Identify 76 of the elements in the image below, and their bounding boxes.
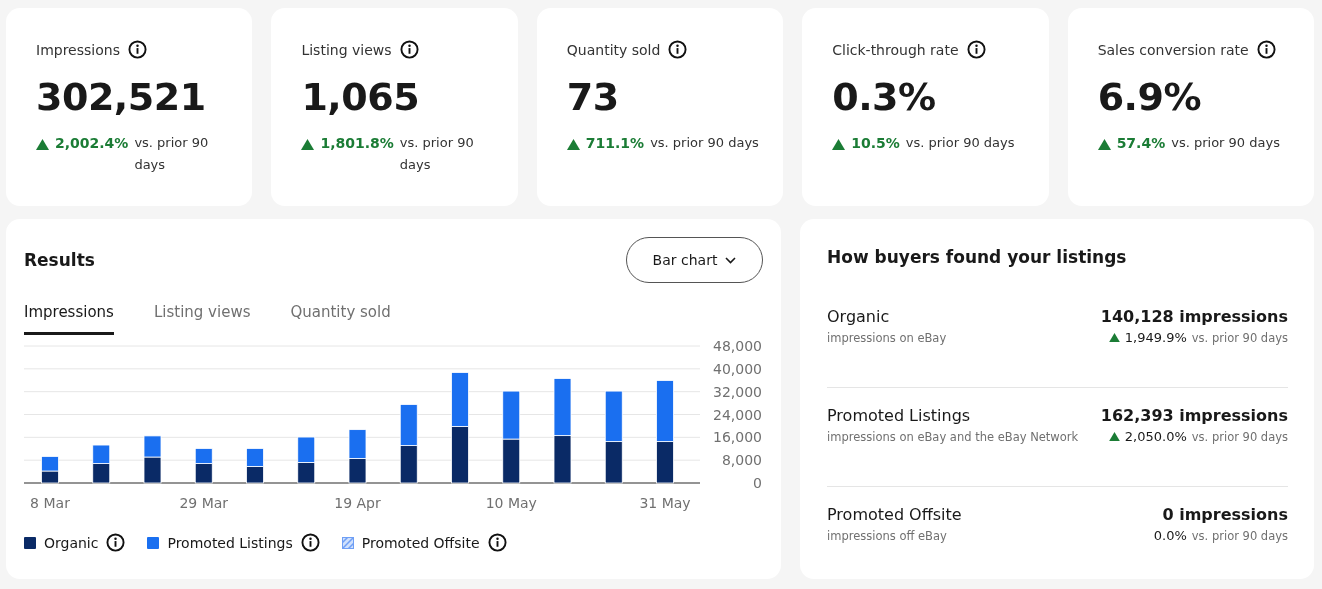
- source-name: Promoted Listings: [827, 406, 972, 425]
- metric-value: 302,521: [36, 75, 207, 119]
- info-icon[interactable]: [127, 40, 147, 59]
- axis-tick-label: 0: [753, 475, 762, 491]
- tab[interactable]: Quantity sold: [290, 295, 391, 335]
- metric-value: 1,065: [301, 75, 421, 119]
- comparison-text: vs. prior 90 days: [905, 134, 1015, 152]
- metric-value: 6.9%: [1097, 75, 1202, 119]
- metric-title: Impressions: [36, 41, 120, 58]
- source-description: impressions on eBay and the eBay Network: [827, 430, 1079, 444]
- legend-label: Organic: [44, 534, 99, 551]
- info-icon[interactable]: [668, 40, 688, 59]
- change-percent: 10.5%: [851, 135, 900, 151]
- comparison-text: vs. prior 90 days: [1191, 429, 1288, 444]
- bar-segment[interactable]: [604, 441, 623, 484]
- metric-title: Listing views: [301, 41, 392, 58]
- bar-segment[interactable]: [143, 456, 162, 484]
- bar-segment[interactable]: [451, 426, 469, 484]
- change-percent: 57.4%: [1116, 135, 1166, 151]
- bar-segment[interactable]: [297, 462, 316, 484]
- info-icon[interactable]: [487, 533, 507, 552]
- change-percent: 1,949.9%: [1124, 330, 1187, 345]
- panel-title: Results: [24, 250, 95, 270]
- change-percent: 711.1%: [585, 135, 645, 151]
- bar-segment[interactable]: [399, 445, 418, 484]
- chart-type-dropdown[interactable]: Bar chart: [626, 237, 763, 283]
- metric-title: Click-through rate: [832, 41, 959, 58]
- source-description: impressions on eBay: [827, 331, 947, 345]
- axis-tick-label: 16,000: [713, 429, 762, 446]
- axis-tick-label: 32,000: [713, 383, 762, 400]
- legend-label: Promoted Listings: [167, 534, 293, 551]
- axis-tick-label: 48,000: [713, 339, 762, 354]
- axis-tick-label: 19 Apr: [334, 495, 381, 511]
- chevron-down-icon: [725, 256, 737, 264]
- source-description: impressions off eBay: [827, 529, 948, 543]
- info-icon[interactable]: [1256, 40, 1276, 59]
- impressions-count: 140,128 impressions: [1100, 307, 1288, 326]
- info-icon[interactable]: [106, 533, 126, 552]
- metric-title: Quantity sold: [566, 41, 661, 58]
- change-percent: 2,050.0%: [1124, 429, 1187, 444]
- axis-tick-label: 8 Mar: [30, 495, 70, 511]
- metric-title: Sales conversion rate: [1097, 41, 1249, 58]
- impressions-count: 162,393 impressions: [1100, 406, 1288, 425]
- tab[interactable]: Impressions: [24, 295, 114, 335]
- bar-segment[interactable]: [656, 441, 674, 484]
- axis-tick-label: 40,000: [713, 360, 762, 377]
- bar-segment[interactable]: [348, 458, 367, 484]
- panel-title: How buyers found your listings: [827, 247, 1128, 267]
- change-percent: 2,002.4%: [55, 135, 129, 151]
- impressions-count: 0 impressions: [1162, 505, 1288, 524]
- bar-segment[interactable]: [194, 463, 213, 484]
- info-icon[interactable]: [966, 40, 986, 59]
- comparison-text: vs. prior 90 days: [650, 134, 759, 152]
- info-icon[interactable]: [399, 40, 419, 59]
- comparison-text: vs. prior 90 days: [399, 134, 475, 174]
- axis-tick-label: 29 Mar: [179, 495, 229, 511]
- source-name: Promoted Offsite: [827, 505, 962, 524]
- source-name: Organic: [827, 307, 891, 326]
- tab[interactable]: Listing views: [153, 295, 251, 335]
- axis-tick-label: 24,000: [713, 406, 762, 423]
- bar-segment[interactable]: [502, 438, 521, 484]
- comparison-text: vs. prior 90 days: [1171, 134, 1280, 152]
- comparison-text: vs. prior 90 days: [134, 134, 210, 174]
- metric-value: 0.3%: [832, 75, 937, 119]
- bar-segment[interactable]: [92, 463, 111, 484]
- metric-value: 73: [566, 75, 620, 119]
- legend-label: Promoted Offsite: [361, 534, 480, 551]
- change-percent: 0.0%: [1153, 528, 1187, 543]
- axis-tick-label: 31 May: [639, 495, 691, 511]
- info-icon[interactable]: [300, 533, 320, 552]
- bar-segment[interactable]: [553, 435, 572, 484]
- change-percent: 1,801.8%: [320, 135, 394, 151]
- axis-tick-label: 8,000: [721, 452, 762, 469]
- comparison-text: vs. prior 90 days: [1191, 528, 1288, 543]
- axis-tick-label: 10 May: [485, 495, 537, 511]
- comparison-text: vs. prior 90 days: [1191, 330, 1288, 345]
